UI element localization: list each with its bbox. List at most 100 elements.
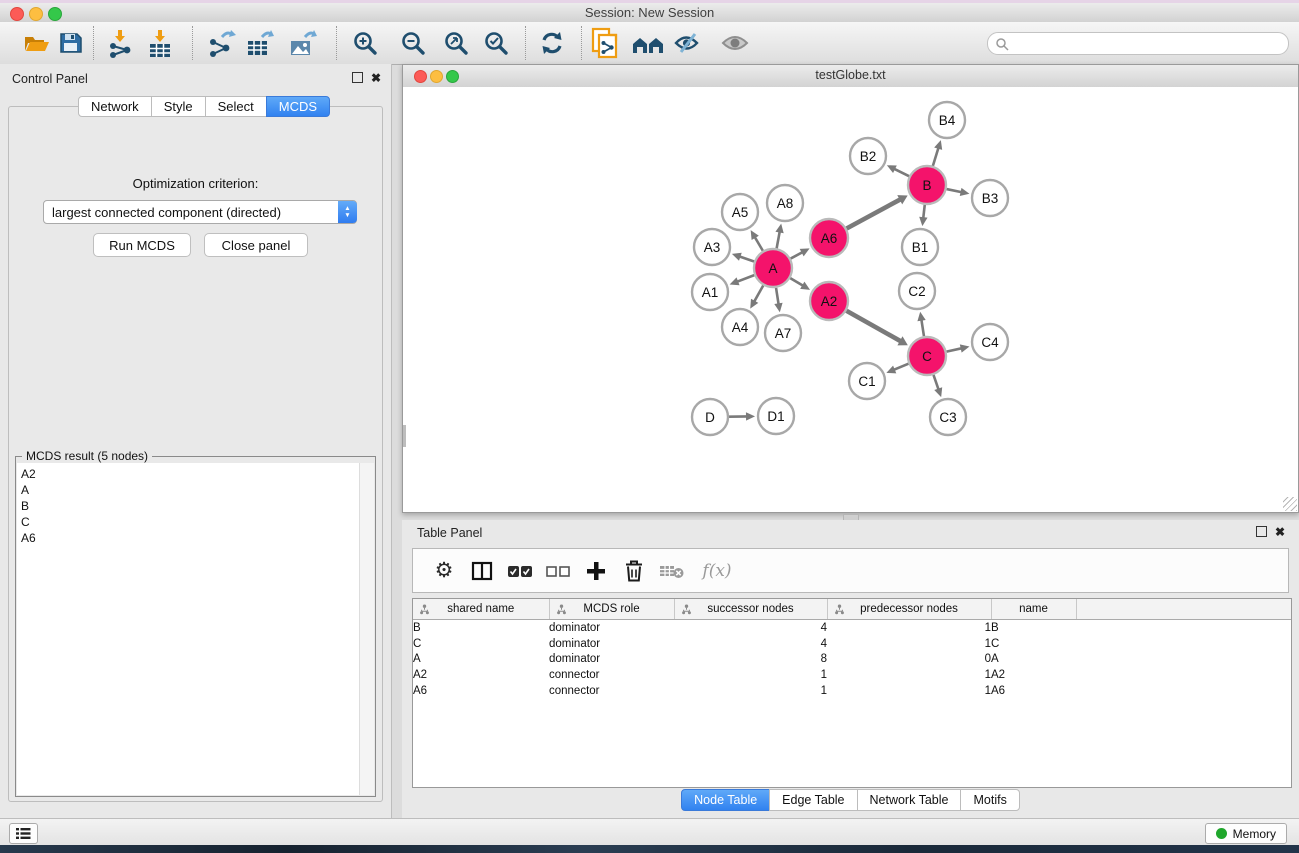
graph-edge-arrowhead (746, 412, 755, 420)
resize-grip-icon[interactable] (1283, 497, 1297, 511)
column-type-icon (834, 604, 845, 615)
new-network-from-selection-icon[interactable] (589, 27, 621, 59)
tab-select[interactable]: Select (205, 96, 267, 117)
graph-edge[interactable] (893, 168, 909, 176)
column-layout-icon[interactable] (463, 555, 501, 587)
column-header-mcds-role[interactable]: MCDS role (549, 599, 674, 620)
toolbar-separator (192, 26, 193, 60)
table-row[interactable]: Bdominator41B (413, 620, 1291, 636)
graph-node-label: A7 (775, 326, 792, 341)
network-window: testGlobe.txt B4B2BB3A8A5A6A3B1AA1C2A2A4… (402, 64, 1299, 513)
float-table-panel-icon[interactable] (1256, 526, 1267, 537)
delete-table-icon[interactable] (653, 555, 691, 587)
mcds-result-item[interactable]: A (21, 482, 360, 498)
table-cell: connector (549, 683, 674, 699)
add-row-icon[interactable] (577, 555, 615, 587)
column-header-shared-name[interactable]: shared name (413, 599, 549, 620)
network-graph[interactable]: B4B2BB3A8A5A6A3B1AA1C2A2A4A7C4CC1C3DD1 (403, 87, 1298, 512)
graph-edge[interactable] (893, 364, 909, 371)
network-browser-icon[interactable] (632, 27, 664, 59)
open-session-icon[interactable] (21, 27, 53, 59)
mcds-result-item[interactable]: B (21, 498, 360, 514)
graph-edge[interactable] (738, 256, 754, 261)
graph-edge[interactable] (791, 252, 804, 259)
table-row[interactable]: Adominator80A (413, 651, 1291, 667)
graph-edge[interactable] (754, 285, 764, 302)
mcds-result-item[interactable]: A6 (21, 530, 360, 546)
column-type-icon (556, 604, 567, 615)
toggle-graphics-details-icon[interactable] (671, 27, 703, 59)
close-panel-icon[interactable]: ✖ (371, 73, 381, 83)
tab-network-table[interactable]: Network Table (857, 789, 962, 811)
table-row[interactable]: A6connector11A6 (413, 683, 1291, 699)
show-panels-button[interactable] (9, 823, 38, 844)
tab-mcds[interactable]: MCDS (266, 96, 330, 117)
table-row[interactable]: Cdominator41C (413, 636, 1291, 652)
graph-edge[interactable] (777, 231, 780, 249)
deselect-all-icon[interactable] (539, 555, 577, 587)
mcds-result-item[interactable]: C (21, 514, 360, 530)
column-header-successor-nodes[interactable]: successor nodes (674, 599, 827, 620)
tab-network[interactable]: Network (78, 96, 152, 117)
toolbar-separator (336, 26, 337, 60)
function-builder-icon[interactable]: f(x) (691, 555, 743, 587)
criterion-dropdown[interactable]: largest connected component (directed) ▲… (43, 200, 357, 224)
graph-edge[interactable] (934, 375, 939, 391)
close-table-panel-icon[interactable]: ✖ (1275, 527, 1285, 537)
column-header-name[interactable]: name (991, 599, 1076, 620)
float-panel-icon[interactable] (352, 72, 363, 83)
table-cell: 1 (674, 683, 827, 699)
result-scrollbar[interactable] (359, 463, 374, 795)
control-panel-tabs: Network Style Select MCDS (78, 96, 330, 117)
graph-edge[interactable] (921, 319, 924, 337)
tab-node-table[interactable]: Node Table (681, 789, 770, 811)
run-mcds-button[interactable]: Run MCDS (93, 233, 191, 257)
graph-edge[interactable] (923, 205, 925, 219)
tab-motifs[interactable]: Motifs (960, 789, 1019, 811)
column-type-icon (419, 604, 430, 615)
save-session-icon[interactable] (55, 27, 87, 59)
zoom-in-icon[interactable] (349, 27, 381, 59)
graph-edge[interactable] (847, 199, 902, 229)
graph-edge-arrowhead (917, 312, 925, 322)
graph-edge[interactable] (790, 278, 804, 286)
table-cell: C (991, 636, 1076, 652)
table-row[interactable]: A2connector11A2 (413, 667, 1291, 683)
export-image-icon[interactable] (286, 27, 318, 59)
zoom-fit-icon[interactable] (440, 27, 472, 59)
birds-eye-view-icon[interactable] (719, 27, 751, 59)
mcds-result-item[interactable]: A2 (21, 466, 360, 482)
graph-edge[interactable] (947, 348, 963, 352)
graph-edge[interactable] (776, 288, 779, 306)
select-all-icon[interactable] (501, 555, 539, 587)
graph-node-label: C4 (981, 335, 999, 350)
tab-edge-table[interactable]: Edge Table (769, 789, 857, 811)
network-canvas[interactable]: B4B2BB3A8A5A6A3B1AA1C2A2A4A7C4CC1C3DD1 (403, 87, 1298, 512)
session-title: Session: New Session (0, 5, 1299, 20)
graph-edge[interactable] (736, 275, 754, 282)
graph-edge[interactable] (846, 311, 901, 342)
canvas-scrollbar[interactable] (403, 425, 406, 447)
graph-edge[interactable] (933, 147, 939, 166)
column-header-predecessor-nodes[interactable]: predecessor nodes (827, 599, 991, 620)
delete-row-icon[interactable] (615, 555, 653, 587)
app-titlebar: Session: New Session (0, 3, 1299, 23)
import-network-icon[interactable] (104, 27, 136, 59)
close-panel-button[interactable]: Close panel (204, 233, 308, 257)
column-settings-icon[interactable]: ⚙ (425, 555, 463, 587)
toolbar-separator (93, 26, 94, 60)
memory-button[interactable]: Memory (1205, 823, 1287, 844)
zoom-out-icon[interactable] (397, 27, 429, 59)
graph-node-label: B4 (939, 113, 956, 128)
import-table-icon[interactable] (144, 27, 176, 59)
tab-style[interactable]: Style (151, 96, 206, 117)
export-table-icon[interactable] (243, 27, 275, 59)
export-network-icon[interactable] (205, 27, 237, 59)
zoom-selected-icon[interactable] (480, 27, 512, 59)
graph-edge[interactable] (947, 189, 963, 192)
graph-edge-arrowhead (919, 217, 927, 226)
refresh-layout-icon[interactable] (536, 27, 568, 59)
search-input[interactable] (987, 32, 1289, 55)
graph-edge-arrowhead (775, 224, 783, 234)
graph-edge[interactable] (754, 236, 763, 251)
